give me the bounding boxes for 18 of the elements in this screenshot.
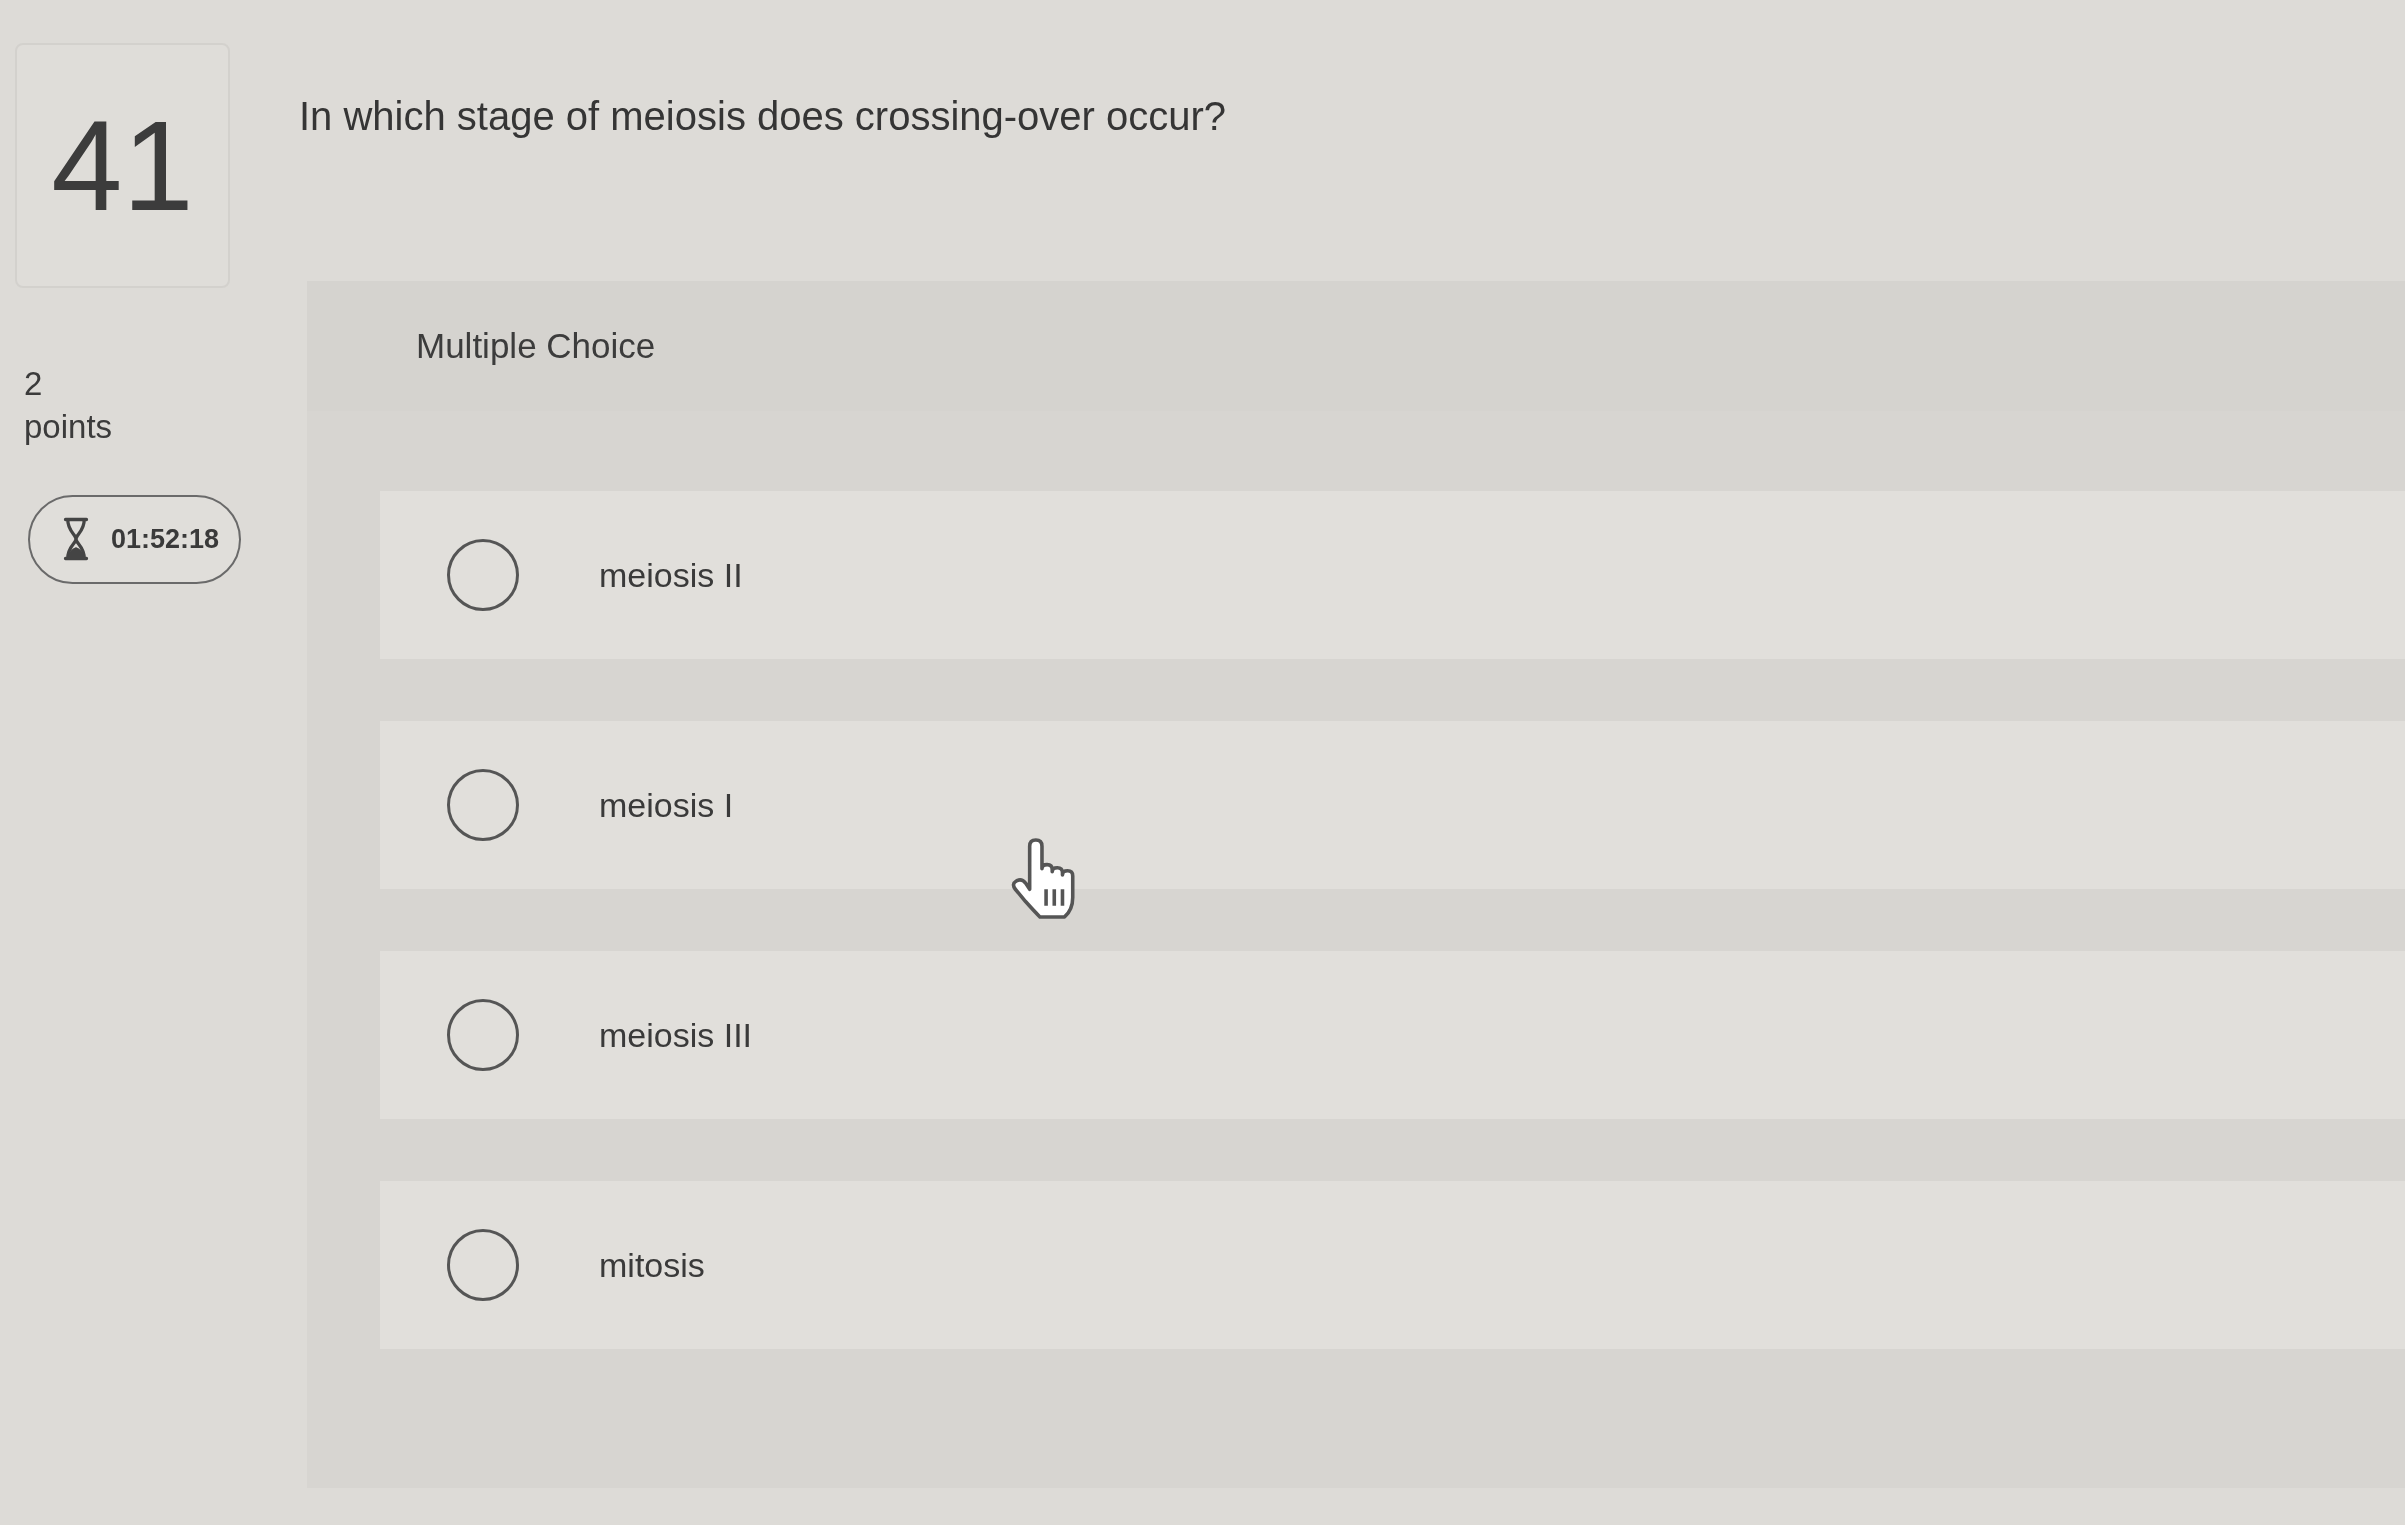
- radio-button[interactable]: [447, 999, 519, 1071]
- answer-option[interactable]: mitosis: [380, 1181, 2405, 1349]
- question-text: In which stage of meiosis does crossing-over occur?: [299, 93, 1228, 140]
- radio-button[interactable]: [447, 539, 519, 611]
- option-label: meiosis I: [599, 784, 734, 826]
- hourglass-icon: [61, 516, 91, 563]
- radio-button[interactable]: [447, 769, 519, 841]
- points-label: points: [24, 406, 114, 447]
- timer-text: 01:52:18: [111, 523, 220, 557]
- option-label: meiosis II: [599, 554, 743, 596]
- option-label: mitosis: [599, 1244, 705, 1286]
- option-label: meiosis III: [599, 1014, 753, 1056]
- points-value: 2: [24, 364, 44, 404]
- answer-option[interactable]: meiosis III: [380, 951, 2405, 1119]
- answer-option[interactable]: meiosis I: [380, 721, 2405, 889]
- answer-option[interactable]: meiosis II: [380, 491, 2405, 659]
- radio-button[interactable]: [447, 1229, 519, 1301]
- question-number: 41: [51, 101, 194, 230]
